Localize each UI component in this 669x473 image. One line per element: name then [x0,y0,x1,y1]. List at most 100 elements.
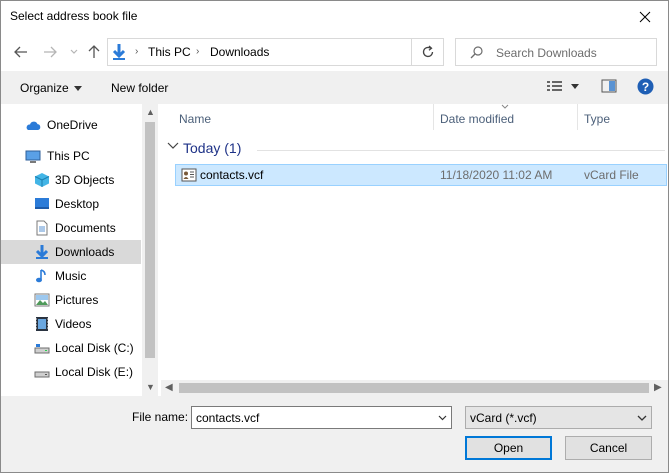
scroll-down-icon[interactable]: ▼ [146,382,155,392]
group-divider [257,150,665,151]
nav-item-music[interactable]: Music [1,264,141,288]
file-type: vCard File [584,168,639,182]
file-name-dropdown-button[interactable] [433,407,451,428]
navigation-bar: › This PC › Downloads Search Downloads [1,33,668,71]
chevron-down-icon [637,415,647,421]
forward-button[interactable] [41,43,59,61]
details-view-icon [547,81,579,91]
nav-item-label: Downloads [55,245,115,259]
file-row[interactable]: contacts.vcf 11/18/2020 11:02 AM vCard F… [175,164,667,186]
search-box[interactable]: Search Downloads [455,38,657,66]
file-name-label: File name: [132,410,189,424]
help-button[interactable]: ? [637,78,654,98]
cube-icon [34,173,50,187]
file-dialog: Select address book file › This PC › Dow… [0,0,669,473]
scroll-left-icon[interactable]: ◀ [165,382,173,393]
cancel-button[interactable]: Cancel [565,436,652,460]
download-icon [35,245,49,259]
address-bar[interactable]: › This PC › Downloads [107,38,510,66]
nav-item-label: Local Disk (C:) [55,341,134,355]
file-type-select[interactable]: vCard (*.vcf) [465,406,652,429]
close-icon [639,11,651,22]
video-icon [36,317,48,331]
back-arrow-icon [14,46,27,58]
column-header-type[interactable]: Type [584,112,610,126]
nav-item-local-disk-c[interactable]: Local Disk (C:) [1,336,141,360]
download-folder-icon [111,43,127,64]
preview-pane-icon [601,79,617,93]
close-button[interactable] [622,1,668,32]
nav-vertical-scrollbar[interactable]: ▲ ▼ [142,104,158,396]
onedrive-icon [26,121,41,130]
nav-item-label: Local Disk (E:) [55,365,134,379]
file-date: 11/18/2020 11:02 AM [440,168,553,182]
organize-label: Organize [20,81,69,95]
nav-item-3d-objects[interactable]: 3D Objects [1,168,141,192]
desktop-icon [35,198,49,209]
collapse-chevron-icon[interactable] [167,142,179,150]
open-button[interactable]: Open [465,436,552,460]
scroll-thumb[interactable] [145,122,155,358]
nav-item-label: Documents [55,221,116,235]
file-horizontal-scrollbar[interactable]: ◀ ▶ [161,380,668,396]
disk-icon [34,344,50,354]
breadcrumb-downloads[interactable]: Downloads [210,45,269,59]
svg-text:?: ? [642,80,649,94]
nav-item-label: Music [55,269,87,283]
recent-locations-button[interactable] [65,43,83,61]
refresh-button[interactable] [411,38,443,66]
nav-item-label: 3D Objects [55,173,115,187]
nav-item-label: Desktop [55,197,100,211]
view-options-button[interactable] [546,79,580,96]
pictures-icon [34,293,50,307]
navigation-pane: OneDrive This PC 3D Objects Desktop Docu… [1,104,158,396]
up-button[interactable] [85,43,103,61]
nav-item-label: Pictures [55,293,99,307]
vcard-file-icon [181,168,197,182]
caret-down-icon [74,86,83,92]
file-name: contacts.vcf [200,168,264,182]
preview-pane-button[interactable] [601,79,617,96]
column-header-date-modified[interactable]: Date modified [440,112,514,126]
window-title: Select address book file [10,9,138,23]
nav-item-downloads[interactable]: Downloads [1,240,141,264]
scroll-right-icon[interactable]: ▶ [654,382,662,393]
new-folder-button[interactable]: New folder [111,81,168,95]
forward-arrow-icon [44,46,57,58]
nav-item-documents[interactable]: Documents [1,216,141,240]
organize-button[interactable]: Organize [20,81,83,95]
breadcrumb-separator-icon: › [135,46,139,57]
breadcrumb-separator-icon: › [196,46,200,57]
nav-item-onedrive[interactable]: OneDrive [1,113,141,137]
breadcrumb-this-pc[interactable]: This PC [148,45,191,59]
nav-item-label: Videos [55,317,92,331]
command-toolbar: Organize New folder ? [1,71,668,104]
disk-icon [34,371,50,378]
file-list-pane: Name Date modified Type Today (1) contac… [161,104,668,396]
scroll-up-icon[interactable]: ▲ [146,107,155,117]
computer-icon [25,150,41,163]
nav-item-this-pc[interactable]: This PC [1,144,141,168]
column-header-name[interactable]: Name [179,112,211,126]
nav-item-label: OneDrive [47,118,98,132]
scroll-thumb[interactable] [179,383,649,393]
nav-item-videos[interactable]: Videos [1,312,141,336]
nav-item-local-disk-e[interactable]: Local Disk (E:) [1,360,141,384]
document-icon [36,220,48,236]
file-type-value: vCard (*.vcf) [470,411,537,425]
back-button[interactable] [12,43,30,61]
sort-indicator-icon [501,104,509,109]
up-arrow-icon [88,45,100,58]
nav-item-desktop[interactable]: Desktop [1,192,141,216]
nav-item-pictures[interactable]: Pictures [1,288,141,312]
search-icon [470,45,484,62]
file-name-input[interactable] [191,406,452,429]
search-placeholder: Search Downloads [496,46,597,60]
dialog-footer: File name: vCard (*.vcf) Open Cancel [1,396,668,472]
chevron-down-icon [438,415,446,420]
column-divider[interactable] [577,104,578,130]
music-icon [36,269,46,283]
column-divider[interactable] [433,104,434,130]
group-header[interactable]: Today (1) [183,140,241,156]
chevron-down-icon [70,49,78,54]
